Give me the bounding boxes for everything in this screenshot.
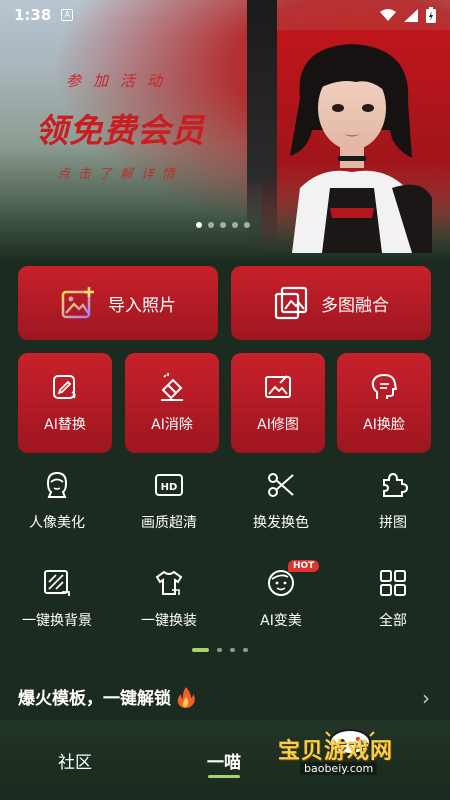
multi-image-icon (274, 286, 308, 320)
collage-tool[interactable]: 拼图 (338, 470, 448, 540)
active-tab-indicator (208, 775, 240, 778)
ai-face-swap-button[interactable]: AI换脸 (337, 353, 431, 453)
templates-section-title: 爆火模板，一键解锁 (18, 689, 171, 709)
hd-quality-tool[interactable]: HD 画质超清 (114, 470, 224, 540)
banner-dot[interactable] (208, 222, 214, 228)
eraser-icon (161, 373, 183, 401)
outfit-swap-tool[interactable]: 一键换装 (114, 568, 224, 638)
outfit-swap-label: 一键换装 (141, 613, 197, 629)
beauty-face-icon (268, 570, 294, 596)
multi-image-label: 多图融合 (321, 295, 389, 316)
chevron-right-icon[interactable]: › (422, 686, 430, 710)
tools-page-dot[interactable] (192, 648, 209, 652)
banner-dot[interactable] (232, 222, 238, 228)
puzzle-icon (383, 472, 408, 497)
banner-title: 领免费会员 (35, 111, 205, 150)
outfit-icon (155, 570, 183, 595)
notification-indicator: A (61, 9, 74, 21)
all-tools-button[interactable]: 全部 (338, 568, 448, 638)
status-icons (380, 7, 436, 23)
status-bar: 1:38 A (0, 0, 450, 30)
signal-icon (404, 8, 418, 22)
hot-badge: HOT (288, 560, 320, 572)
image-edit-icon (265, 375, 291, 398)
background-swap-icon (44, 570, 70, 596)
banner-dot[interactable] (244, 222, 250, 228)
battery-icon (426, 7, 436, 23)
import-photo-button[interactable]: 导入照片 (18, 266, 218, 340)
portrait-icon (46, 471, 68, 498)
ai-erase-button[interactable]: AI消除 (125, 353, 219, 453)
wifi-icon (380, 8, 396, 21)
hair-color-tool[interactable]: 换发换色 (226, 470, 336, 540)
banner-model-illustration (290, 44, 432, 253)
tools-page-dot[interactable] (243, 648, 248, 652)
hair-color-label: 换发换色 (253, 515, 309, 531)
portrait-beautify-tool[interactable]: 人像美化 (2, 470, 112, 540)
edit-swap-icon (53, 375, 76, 399)
collage-label: 拼图 (379, 515, 407, 531)
status-time: 1:38 (14, 6, 52, 24)
ai-erase-label: AI消除 (151, 417, 193, 433)
multi-image-fusion-button[interactable]: 多图融合 (231, 266, 431, 340)
fire-icon (177, 686, 195, 708)
banner-kicker: 参加活动 (65, 72, 174, 90)
promo-banner[interactable]: 参加活动 领免费会员 点击了解详情 (0, 0, 450, 262)
background-swap-tool[interactable]: 一键换背景 (2, 568, 112, 638)
tools-pagination (192, 648, 248, 652)
scissors-icon (268, 473, 294, 497)
banner-pagination (196, 222, 250, 228)
tools-page-dot[interactable] (230, 648, 235, 652)
ai-beauty-tool[interactable]: HOT AI变美 (226, 560, 336, 638)
all-tools-label: 全部 (379, 613, 407, 629)
banner-dot[interactable] (196, 222, 202, 228)
banner-dot[interactable] (220, 222, 226, 228)
portrait-beautify-label: 人像美化 (29, 515, 85, 531)
import-photo-label: 导入照片 (108, 295, 176, 316)
hd-quality-label: 画质超清 (141, 515, 197, 531)
ai-replace-button[interactable]: AI替换 (18, 353, 112, 453)
ai-retouch-label: AI修图 (257, 417, 299, 433)
ai-retouch-button[interactable]: AI修图 (231, 353, 325, 453)
tab-community[interactable]: 社区 (58, 748, 92, 773)
watermark-url: baobeiy.com (300, 762, 378, 775)
tools-page-dot[interactable] (217, 648, 222, 652)
watermark-text: 宝贝游戏网 (278, 739, 394, 764)
tab-yimiao[interactable]: 一喵 (207, 748, 241, 773)
templates-section-header[interactable]: 爆火模板，一键解锁 (18, 684, 195, 709)
banner-subtitle: 点击了解详情 (56, 167, 183, 182)
ai-replace-label: AI替换 (44, 417, 86, 433)
grid-icon (380, 570, 406, 596)
ai-beauty-label: AI变美 (260, 613, 302, 629)
svg-text:HD: HD (161, 482, 178, 493)
ai-face-swap-label: AI换脸 (363, 417, 405, 433)
background-swap-label: 一键换背景 (22, 613, 92, 629)
import-photo-icon (61, 287, 94, 319)
hd-icon: HD (155, 474, 183, 496)
face-swap-icon (371, 373, 398, 399)
